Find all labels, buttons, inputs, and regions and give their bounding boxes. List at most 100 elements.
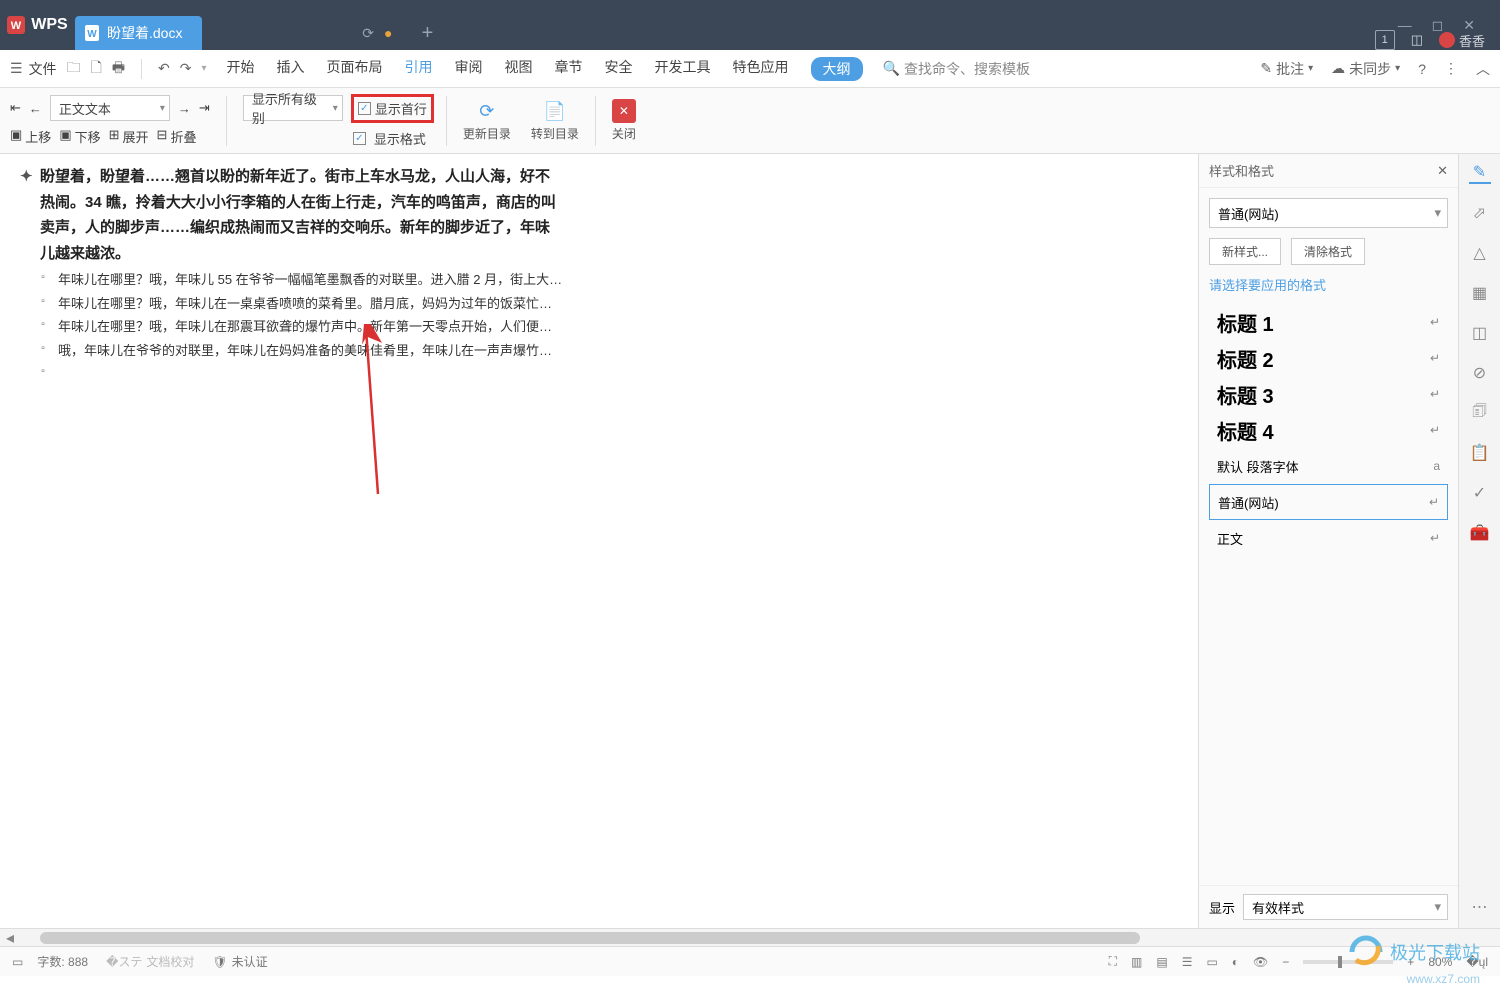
h-scrollbar[interactable]: ◂ — [0, 928, 1500, 946]
close-outline-button[interactable]: ✕ 关闭 — [602, 99, 646, 142]
rail-select-icon[interactable]: ⬀ — [1469, 202, 1491, 224]
zoom-out-icon[interactable]: − — [1282, 955, 1289, 969]
ribbon-tabs: 开始 插入 页面布局 引用 审阅 视图 章节 安全 开发工具 特色应用 大纲 — [227, 57, 863, 81]
tab-insert[interactable]: 插入 — [277, 57, 305, 81]
promote-one-icon[interactable]: ← — [29, 101, 42, 116]
print-preview-icon[interactable]: 🗋 — [91, 57, 102, 81]
command-search[interactable]: 🔍 查找命令、搜索模板 — [883, 59, 1030, 79]
tab-special[interactable]: 特色应用 — [733, 57, 789, 81]
show-first-line-highlight: ✓ 显示首行 — [351, 94, 434, 123]
user-avatar-icon[interactable]: 香香 — [1439, 31, 1485, 50]
document-canvas[interactable]: ✦ 盼望着，盼望着……翘首以盼的新年近了。街市上车水马龙，人山人海，好不热闹。3… — [0, 154, 1198, 928]
tab-review[interactable]: 审阅 — [455, 57, 483, 81]
move-down-button[interactable]: ▣下移 — [59, 127, 100, 146]
menubar: ☰ 文件 🗀 🗋 🖶 ↶ ↷ ▾ 开始 插入 页面布局 引用 审阅 视图 章节 … — [0, 50, 1500, 88]
style-heading2[interactable]: 标题 2↵ — [1209, 340, 1448, 376]
rail-stats-icon[interactable]: ◫ — [1469, 322, 1491, 344]
outline-toolbar: ⇤ ← 正文文本 → ⇥ ▣上移 ▣下移 ⊞展开 ⊟折叠 显示所有级别 ✓ 显示… — [0, 88, 1500, 154]
document-tab[interactable]: W 盼望着.docx — [75, 16, 202, 50]
view-outline-icon[interactable]: ☰ — [1182, 955, 1193, 969]
collapse-button[interactable]: ⊟折叠 — [157, 127, 197, 146]
tab-start[interactable]: 开始 — [227, 57, 255, 81]
style-body[interactable]: 正文↵ — [1209, 520, 1448, 556]
svg-text:W: W — [87, 29, 97, 40]
annotate-button[interactable]: ✎批注▾ — [1260, 59, 1313, 79]
more-icon[interactable]: ⋮ — [1444, 60, 1458, 77]
style-heading1[interactable]: 标题 1↵ — [1209, 304, 1448, 340]
cert-button[interactable]: 🛡未认证 — [212, 953, 267, 970]
style-heading4[interactable]: 标题 4↵ — [1209, 412, 1448, 448]
view-print-icon[interactable]: ▥ — [1131, 955, 1142, 969]
undo-icon[interactable]: ↶ — [158, 60, 170, 77]
tab-outline[interactable]: 大纲 — [811, 57, 863, 81]
svg-text:W: W — [11, 20, 22, 32]
outline-line: ▫哦，年味儿在爷爷的对联里，年味儿在妈妈准备的美味佳肴里，年味儿在一声声爆竹… — [38, 341, 1178, 361]
style-heading3[interactable]: 标题 3↵ — [1209, 376, 1448, 412]
tab-view[interactable]: 视图 — [505, 57, 533, 81]
current-style-dropdown[interactable]: 普通(网站) — [1209, 198, 1448, 228]
skin-icon[interactable]: ◫ — [1411, 32, 1423, 48]
clear-format-button[interactable]: 清除格式 — [1291, 238, 1365, 265]
save-icon[interactable]: 🗀 — [67, 57, 81, 81]
move-up-button[interactable]: ▣上移 — [10, 127, 51, 146]
body-style-dropdown[interactable]: 正文文本 — [50, 95, 170, 121]
rail-table-icon[interactable]: ▦ — [1469, 282, 1491, 304]
tab-sync-icon[interactable]: ⟳ — [362, 25, 374, 42]
rail-check-icon[interactable]: ✓ — [1469, 482, 1491, 504]
help-icon[interactable]: ? — [1418, 61, 1426, 77]
rail-more-icon[interactable]: ⋯ — [1469, 896, 1491, 918]
expand-button[interactable]: ⊞展开 — [109, 127, 149, 146]
add-tab-button[interactable]: + — [412, 18, 442, 48]
hamburger-icon[interactable]: ☰ — [10, 60, 23, 77]
scroll-thumb[interactable] — [40, 932, 1140, 944]
redo-icon[interactable]: ↷ — [180, 60, 192, 77]
tab-layout[interactable]: 页面布局 — [327, 57, 383, 81]
proofing-button[interactable]: �ステ文档校对 — [106, 953, 194, 970]
panel-close-icon[interactable]: ✕ — [1437, 163, 1448, 179]
goto-toc-button[interactable]: 📄 转到目录 — [521, 99, 589, 142]
tab-security[interactable]: 安全 — [605, 57, 633, 81]
style-normal-web[interactable]: 普通(网站)↵ — [1209, 484, 1448, 520]
tab-chapter[interactable]: 章节 — [555, 57, 583, 81]
eye-icon[interactable]: 👁 — [1253, 955, 1268, 969]
document-tab-label: 盼望着.docx — [107, 23, 182, 43]
show-first-checkbox[interactable]: ✓ — [358, 102, 371, 115]
new-style-button[interactable]: 新样式... — [1209, 238, 1281, 265]
sync-button[interactable]: ☁未同步▾ — [1331, 59, 1400, 79]
scroll-left-icon[interactable]: ◂ — [0, 928, 20, 948]
rail-toolbox-icon[interactable]: 🧰 — [1469, 522, 1491, 544]
page-indicator-icon[interactable]: ▭ — [12, 955, 23, 969]
show-format-label: 显示格式 — [374, 129, 426, 148]
focus-icon[interactable]: ◐ — [1232, 955, 1239, 969]
style-default-font[interactable]: 默认 段落字体a — [1209, 448, 1448, 484]
demote-one-icon[interactable]: → — [178, 101, 191, 116]
wordcount[interactable]: 字数: 888 — [37, 953, 88, 970]
view-fullwidth-icon[interactable]: ⛶ — [1109, 954, 1117, 969]
notif-badge[interactable]: 1 — [1375, 30, 1395, 50]
tab-reference[interactable]: 引用 — [405, 57, 433, 81]
search-icon: 🔍 — [883, 60, 900, 77]
tab-devtools[interactable]: 开发工具 — [655, 57, 711, 81]
show-filter-dropdown[interactable]: 有效样式 — [1243, 894, 1448, 920]
rail-backup-icon[interactable]: 🗊 — [1469, 402, 1491, 424]
print-icon[interactable]: 🖶 — [112, 57, 125, 81]
rail-limit-icon[interactable]: ⊘ — [1469, 362, 1491, 384]
view-web-icon[interactable]: ▤ — [1156, 955, 1167, 969]
search-placeholder: 查找命令、搜索模板 — [904, 59, 1030, 79]
wps-logo[interactable]: W WPS — [0, 0, 75, 50]
promote-icon[interactable]: ⇤ — [10, 100, 21, 116]
update-toc-button[interactable]: ⟳ 更新目录 — [453, 99, 521, 142]
rail-clipboard-icon[interactable]: 📋 — [1469, 442, 1491, 464]
rail-shapes-icon[interactable]: △ — [1469, 242, 1491, 264]
show-level-dropdown[interactable]: 显示所有级别 — [243, 95, 343, 121]
panel-title: 样式和格式 — [1209, 161, 1274, 180]
close-icon: ✕ — [612, 99, 636, 123]
watermark: 极光下载站 www.xz7.com — [1348, 934, 1480, 970]
demote-icon[interactable]: ⇥ — [199, 100, 210, 116]
show-format-checkbox[interactable]: ✓ — [353, 132, 366, 145]
view-read-icon[interactable]: ▭ — [1206, 955, 1217, 969]
collapse-ribbon-icon[interactable]: ︿ — [1476, 59, 1490, 79]
file-menu[interactable]: 文件 — [29, 59, 57, 79]
outline-line: ▫年味儿在哪里？哦，年味儿在一桌桌香喷喷的菜肴里。腊月底，妈妈为过年的饭菜忙… — [38, 294, 1178, 314]
rail-styles-icon[interactable]: ✎ — [1469, 162, 1491, 184]
